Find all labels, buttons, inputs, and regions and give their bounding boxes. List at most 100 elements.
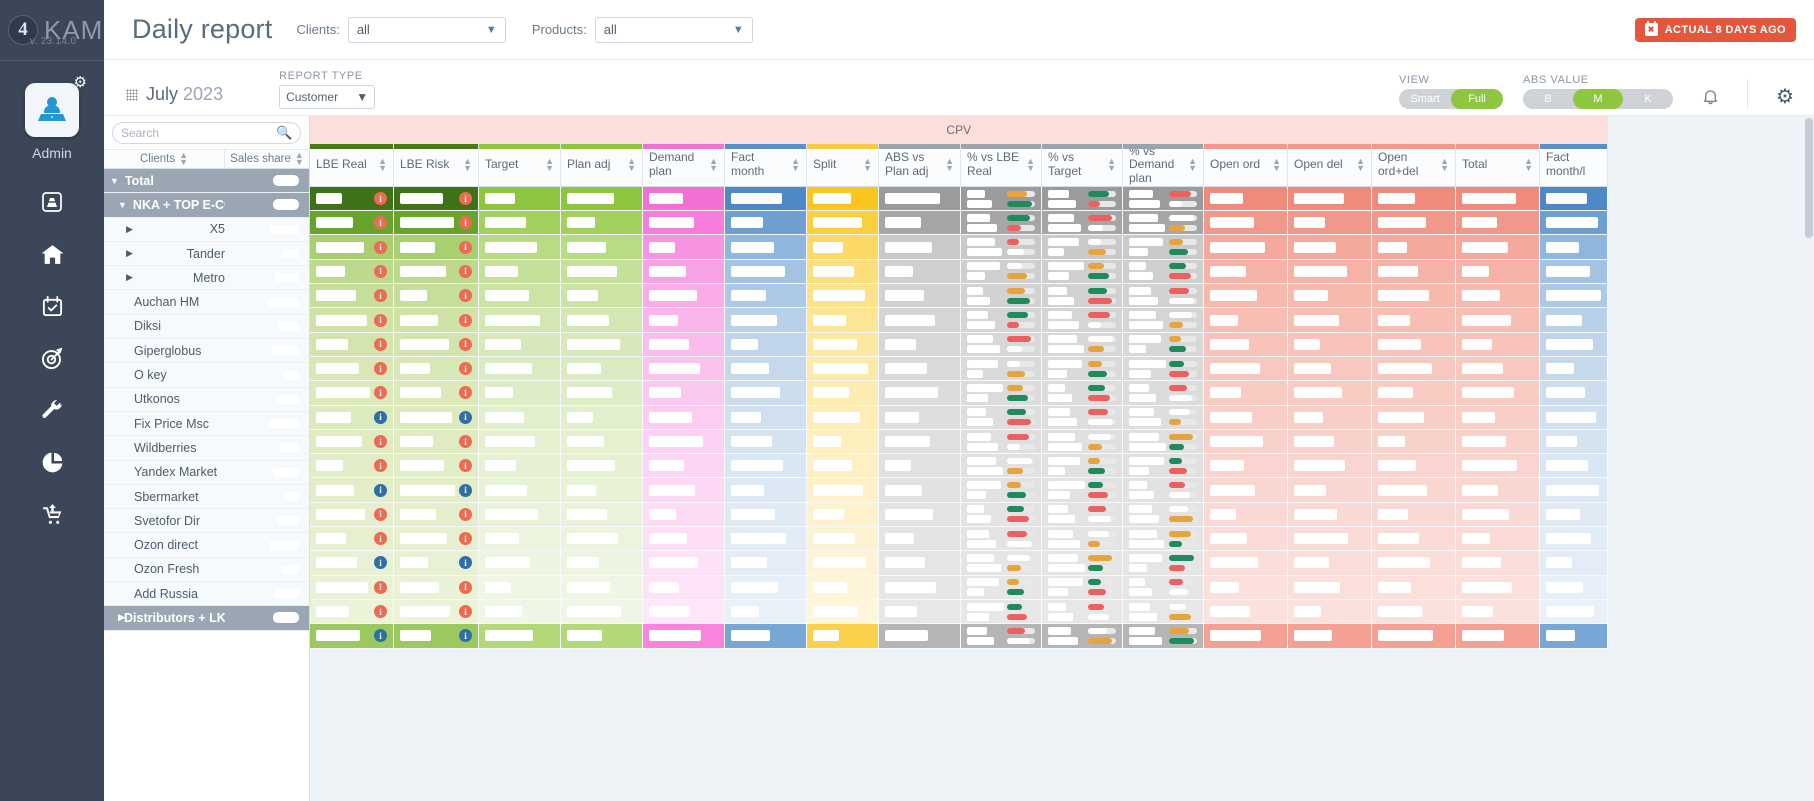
cell-pct_target[interactable] (1041, 599, 1123, 625)
cell-split[interactable] (806, 234, 879, 260)
info-badge-icon[interactable]: i (374, 410, 387, 424)
cell-fact_monthl[interactable] (1539, 356, 1608, 382)
cell-fact_month[interactable] (724, 234, 807, 260)
cell-pct_lbe_real[interactable] (960, 210, 1042, 236)
cell-pct_lbe_real[interactable] (960, 599, 1042, 625)
cell-demand_plan[interactable] (642, 307, 725, 333)
sort-icon[interactable]: ▲ ▼ (545, 156, 554, 172)
sort-icon[interactable]: ▲ ▼ (378, 156, 387, 172)
cell-total[interactable] (1455, 477, 1540, 503)
cell-pct_target[interactable] (1041, 307, 1123, 333)
cell-fact_month[interactable] (724, 405, 807, 430)
cell-open_del[interactable] (1287, 477, 1372, 503)
cell-demand_plan[interactable] (642, 623, 725, 649)
cell-plan_adj[interactable] (560, 283, 643, 309)
cell-lbe_risk[interactable]: i (393, 332, 479, 357)
cell-lbe_risk[interactable]: i (393, 283, 479, 309)
cell-open_ord[interactable] (1203, 380, 1288, 406)
cell-lbe_real[interactable]: i (310, 502, 394, 528)
cell-demand_plan[interactable] (642, 550, 725, 576)
info-badge-icon[interactable]: i (374, 240, 387, 254)
info-badge-icon[interactable]: i (374, 459, 387, 473)
cell-lbe_real[interactable]: i (310, 453, 394, 479)
info-badge-icon[interactable]: i (459, 240, 472, 254)
cell-open_ord[interactable] (1203, 429, 1288, 455)
cell-pct_demand[interactable] (1122, 259, 1204, 285)
cell-fact_monthl[interactable] (1539, 550, 1608, 576)
cell-pct_lbe_real[interactable] (960, 356, 1042, 382)
cell-open_del[interactable] (1287, 283, 1372, 309)
cell-pct_demand[interactable] (1122, 477, 1204, 503)
column-header-plan_adj[interactable]: Plan adj ▲ ▼ (560, 143, 643, 187)
cell-lbe_real[interactable]: i (310, 599, 394, 625)
cell-target[interactable] (478, 453, 561, 479)
sort-icon[interactable]: ▲ ▼ (1356, 156, 1365, 172)
chevron-down-icon[interactable] (110, 176, 119, 186)
notifications-bell-icon[interactable] (1693, 79, 1727, 113)
cell-demand_plan[interactable] (642, 526, 725, 552)
cell-lbe_risk[interactable]: i (393, 526, 479, 552)
cell-fact_month[interactable] (724, 356, 807, 382)
cell-target[interactable] (478, 429, 561, 455)
table-row[interactable]: ii (310, 599, 1608, 625)
cell-lbe_risk[interactable]: i (393, 356, 479, 382)
cell-abs_vs_plan[interactable] (878, 405, 961, 430)
cell-abs_vs_plan[interactable] (878, 550, 961, 576)
cell-lbe_real[interactable]: i (310, 380, 394, 406)
cell-abs_vs_plan[interactable] (878, 283, 961, 309)
cell-split[interactable] (806, 210, 879, 236)
sort-icon[interactable]: ▲ ▼ (295, 150, 304, 166)
cell-target[interactable] (478, 405, 561, 430)
info-badge-icon[interactable]: i (459, 556, 472, 570)
cell-open_del[interactable] (1287, 550, 1372, 576)
cell-split[interactable] (806, 550, 879, 576)
cell-plan_adj[interactable] (560, 429, 643, 455)
info-badge-icon[interactable]: i (374, 605, 387, 619)
cell-pct_lbe_real[interactable] (960, 380, 1042, 406)
presentation-icon[interactable] (35, 185, 69, 219)
table-row[interactable]: ii (310, 210, 1608, 236)
cell-total[interactable] (1455, 332, 1540, 357)
info-badge-icon[interactable]: i (374, 362, 387, 376)
cell-demand_plan[interactable] (642, 477, 725, 503)
table-row[interactable]: ii (310, 307, 1608, 333)
list-item[interactable]: NKA + TOP E-COM (104, 193, 309, 218)
cell-fact_month[interactable] (724, 550, 807, 576)
cell-total[interactable] (1455, 210, 1540, 236)
cell-pct_target[interactable] (1041, 234, 1123, 260)
cell-pct_target[interactable] (1041, 575, 1123, 600)
sort-icon[interactable]: ▲ ▼ (1188, 156, 1197, 172)
cell-lbe_real[interactable]: i (310, 429, 394, 455)
cell-split[interactable] (806, 502, 879, 528)
info-badge-icon[interactable]: i (459, 289, 472, 303)
cell-abs_vs_plan[interactable] (878, 380, 961, 406)
cell-open_del[interactable] (1287, 502, 1372, 528)
cell-lbe_real[interactable]: i (310, 477, 394, 503)
cell-fact_monthl[interactable] (1539, 186, 1608, 212)
cell-open_del[interactable] (1287, 575, 1372, 600)
chevron-right-icon[interactable] (126, 272, 187, 283)
cell-target[interactable] (478, 234, 561, 260)
cell-pct_demand[interactable] (1122, 283, 1204, 309)
list-item[interactable]: Sbermarket (104, 484, 309, 510)
cell-abs_vs_plan[interactable] (878, 234, 961, 260)
chevron-down-icon[interactable] (118, 200, 127, 210)
cell-open_ord[interactable] (1203, 575, 1288, 600)
calendar-check-icon[interactable] (35, 289, 69, 323)
cell-lbe_risk[interactable]: i (393, 259, 479, 285)
cell-abs_vs_plan[interactable] (878, 526, 961, 552)
cell-lbe_risk[interactable]: i (393, 186, 479, 212)
column-header-demand_plan[interactable]: Demand plan ▲ ▼ (642, 143, 725, 187)
cell-pct_target[interactable] (1041, 623, 1123, 649)
target-icon[interactable] (35, 341, 69, 375)
table-row[interactable]: ii (310, 234, 1608, 260)
cell-total[interactable] (1455, 502, 1540, 528)
sort-icon[interactable]: ▲ ▼ (1107, 156, 1116, 172)
cell-pct_target[interactable] (1041, 210, 1123, 236)
table-row[interactable]: ii (310, 429, 1608, 455)
cell-target[interactable] (478, 356, 561, 382)
cell-target[interactable] (478, 186, 561, 212)
cell-open_orddel[interactable] (1371, 453, 1456, 479)
cell-lbe_risk[interactable]: i (393, 380, 479, 406)
cell-fact_monthl[interactable] (1539, 526, 1608, 552)
